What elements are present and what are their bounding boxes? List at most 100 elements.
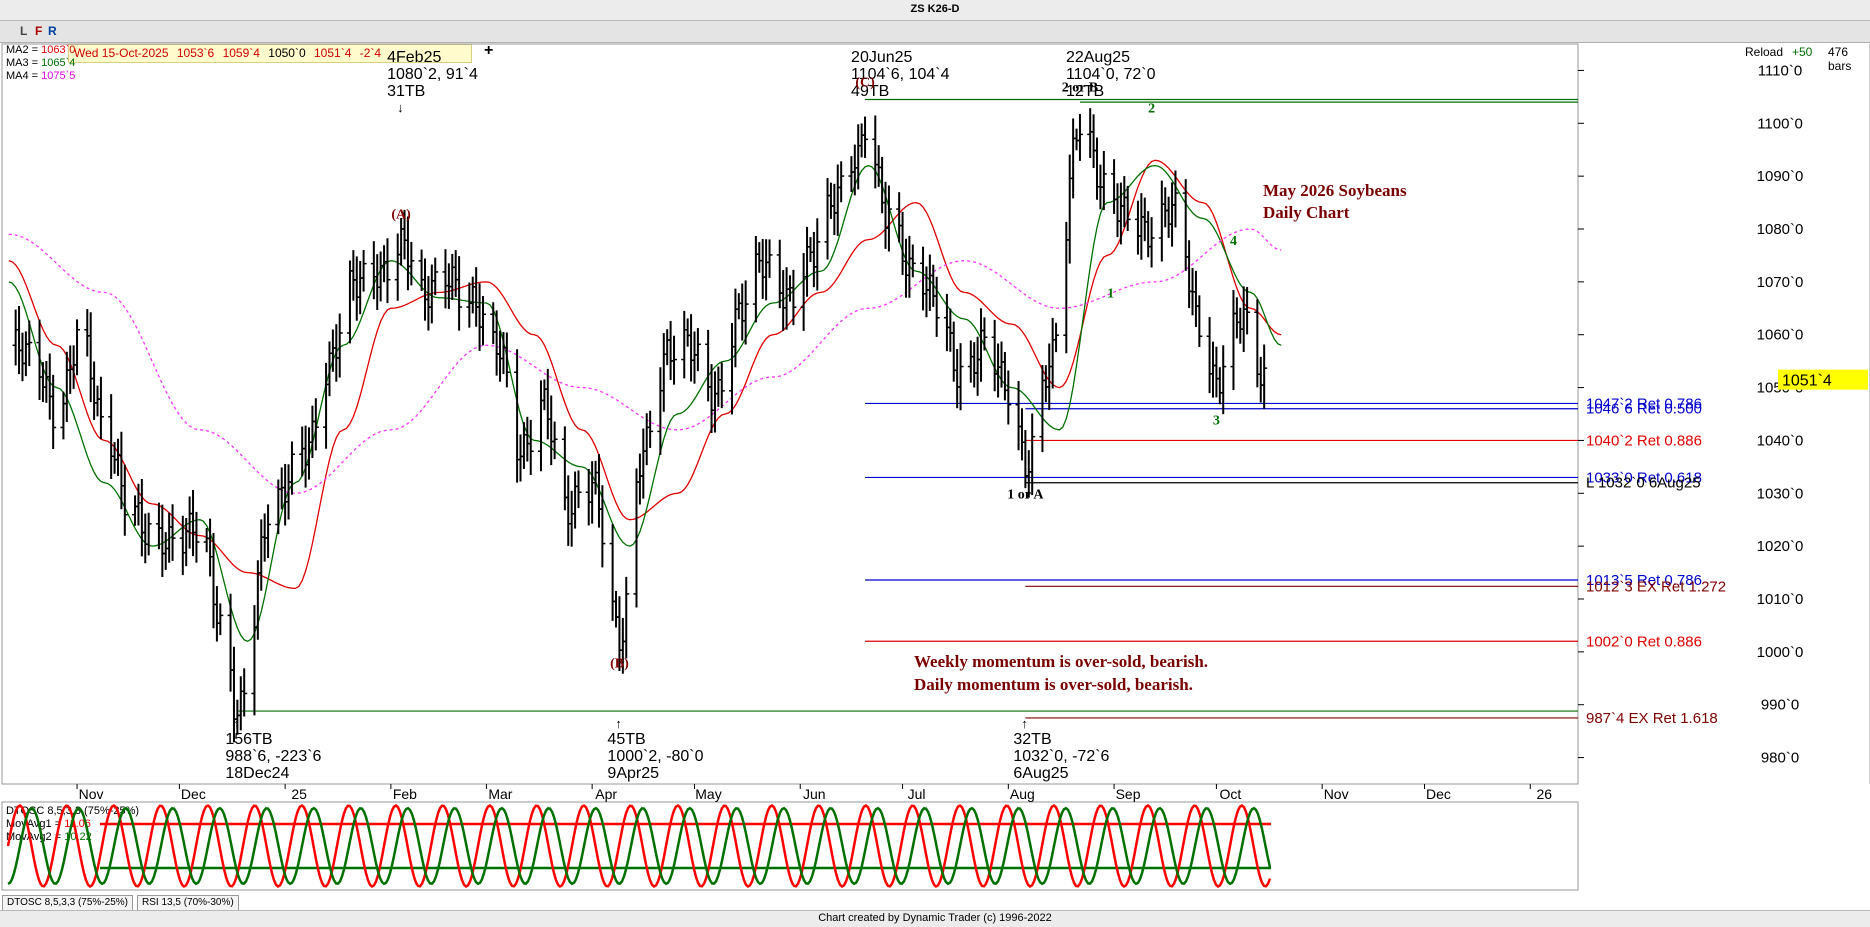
price-bar bbox=[22, 331, 29, 377]
price-bar bbox=[1070, 118, 1077, 199]
price-bar bbox=[1114, 183, 1121, 238]
tab-dtosc[interactable]: DTOSC 8,5,3,3 (75%-25%) bbox=[2, 895, 133, 911]
price-bar bbox=[1141, 197, 1148, 242]
pivot-label-line: 156TB bbox=[225, 731, 272, 748]
price-bar bbox=[643, 413, 650, 466]
price-bar bbox=[565, 475, 572, 546]
level-label: 1002`0 Ret 0.886 bbox=[1586, 633, 1702, 650]
price-bar bbox=[159, 504, 166, 577]
price-bar bbox=[715, 366, 722, 407]
price-bar bbox=[739, 283, 746, 341]
price-bar bbox=[991, 319, 998, 392]
price-bar bbox=[671, 335, 678, 385]
price-bar bbox=[1138, 193, 1145, 260]
price-bar bbox=[97, 376, 104, 440]
price-bar bbox=[449, 253, 456, 300]
price-bar bbox=[838, 161, 845, 203]
x-tick-label: Apr bbox=[595, 786, 617, 802]
last-price-label: 1051`4 bbox=[1782, 373, 1832, 390]
price-bar bbox=[183, 518, 190, 567]
price-bar bbox=[1158, 180, 1165, 262]
price-bar bbox=[885, 185, 892, 252]
y-tick-label: 980`0 bbox=[1761, 750, 1799, 767]
x-tick-label: Jun bbox=[803, 786, 826, 802]
price-bar bbox=[241, 668, 248, 717]
price-bar bbox=[142, 513, 149, 564]
x-tick-label: Aug bbox=[1010, 786, 1035, 802]
price-bar bbox=[998, 341, 1005, 388]
price-bar bbox=[681, 310, 688, 379]
price-bar bbox=[210, 532, 217, 629]
pivot-label-line: 31TB bbox=[387, 83, 425, 100]
price-bar bbox=[346, 260, 353, 344]
price-bar bbox=[84, 309, 91, 357]
price-bar bbox=[1257, 356, 1264, 403]
price-bar bbox=[613, 590, 620, 628]
price-bar bbox=[660, 333, 667, 412]
price-bar bbox=[288, 441, 295, 495]
pivot-label-line: 18Dec24 bbox=[225, 765, 289, 782]
price-bar bbox=[763, 239, 770, 301]
pivot-label-line: 4Feb25 bbox=[387, 49, 441, 66]
price-bar bbox=[752, 235, 759, 323]
osc-mov1: MovAvg1 = 11.06 bbox=[6, 818, 91, 830]
level-label: 1040`2 Ret 0.886 bbox=[1586, 432, 1702, 449]
level-label: 1046`6 Ret 0.500 bbox=[1586, 401, 1702, 418]
price-bar bbox=[39, 362, 46, 403]
price-bar bbox=[377, 251, 384, 302]
price-bar bbox=[517, 434, 524, 482]
price-bar bbox=[312, 398, 319, 451]
price-bar bbox=[1162, 187, 1169, 228]
price-bar bbox=[138, 479, 145, 557]
price-bar bbox=[421, 258, 428, 321]
price-bar bbox=[524, 416, 531, 462]
price-bar bbox=[541, 379, 548, 411]
price-bar bbox=[213, 586, 220, 642]
price-bar bbox=[466, 282, 473, 328]
momentum-note-daily: Daily momentum is over-sold, bearish. bbox=[914, 675, 1193, 694]
tab-rsi[interactable]: RSI 13,5 (70%-30%) bbox=[137, 895, 239, 911]
x-tick-label: Feb bbox=[393, 786, 417, 802]
price-bar bbox=[1244, 286, 1251, 335]
price-bar bbox=[862, 116, 869, 158]
y-tick-label: 1090`0 bbox=[1757, 168, 1804, 185]
level-label: L 1032`0 6Aug25 bbox=[1586, 475, 1701, 492]
x-tick-label: Dec bbox=[1426, 786, 1451, 802]
price-bar bbox=[74, 319, 81, 376]
price-bar bbox=[394, 233, 401, 301]
price-bar bbox=[647, 410, 654, 448]
price-chart[interactable]: 980`0 990`0 1000`0 1010`0 1020`0 1030`0 1040`0… bbox=[0, 0, 1870, 926]
price-bar bbox=[1022, 430, 1029, 489]
price-bar bbox=[957, 343, 964, 411]
wave-label: 2 or B bbox=[1062, 81, 1098, 96]
price-bar bbox=[1076, 114, 1083, 161]
pivot-label-line: 22Aug25 bbox=[1066, 49, 1130, 66]
price-bar bbox=[408, 241, 415, 286]
price-bar bbox=[476, 283, 483, 351]
level-label: 1012`3 EX Ret 1.272 bbox=[1586, 578, 1726, 595]
wave-label: (C) bbox=[855, 75, 875, 90]
x-tick-label: Jul bbox=[908, 786, 926, 802]
price-bar bbox=[1111, 159, 1118, 214]
price-bar bbox=[667, 320, 674, 381]
price-bar bbox=[981, 317, 988, 351]
price-bar bbox=[732, 288, 739, 368]
price-bar bbox=[1117, 182, 1124, 245]
price-bar bbox=[1206, 316, 1213, 394]
pivot-label-line: 20Jun25 bbox=[851, 49, 912, 66]
price-bar bbox=[1090, 114, 1097, 169]
price-panel-frame bbox=[1, 43, 1579, 785]
price-bar bbox=[1233, 297, 1240, 339]
price-bar bbox=[43, 361, 50, 403]
price-bar bbox=[766, 239, 773, 278]
price-bar bbox=[974, 336, 981, 396]
price-bar bbox=[633, 468, 640, 608]
y-tick-label: 1030`0 bbox=[1757, 485, 1804, 502]
price-bar bbox=[589, 461, 596, 524]
price-bar bbox=[114, 438, 121, 477]
x-tick-label: 25 bbox=[291, 786, 307, 802]
pivot-arrow: ↓ bbox=[397, 100, 404, 115]
price-bar bbox=[265, 504, 272, 559]
price-bar bbox=[326, 341, 333, 397]
price-bar bbox=[514, 349, 521, 483]
